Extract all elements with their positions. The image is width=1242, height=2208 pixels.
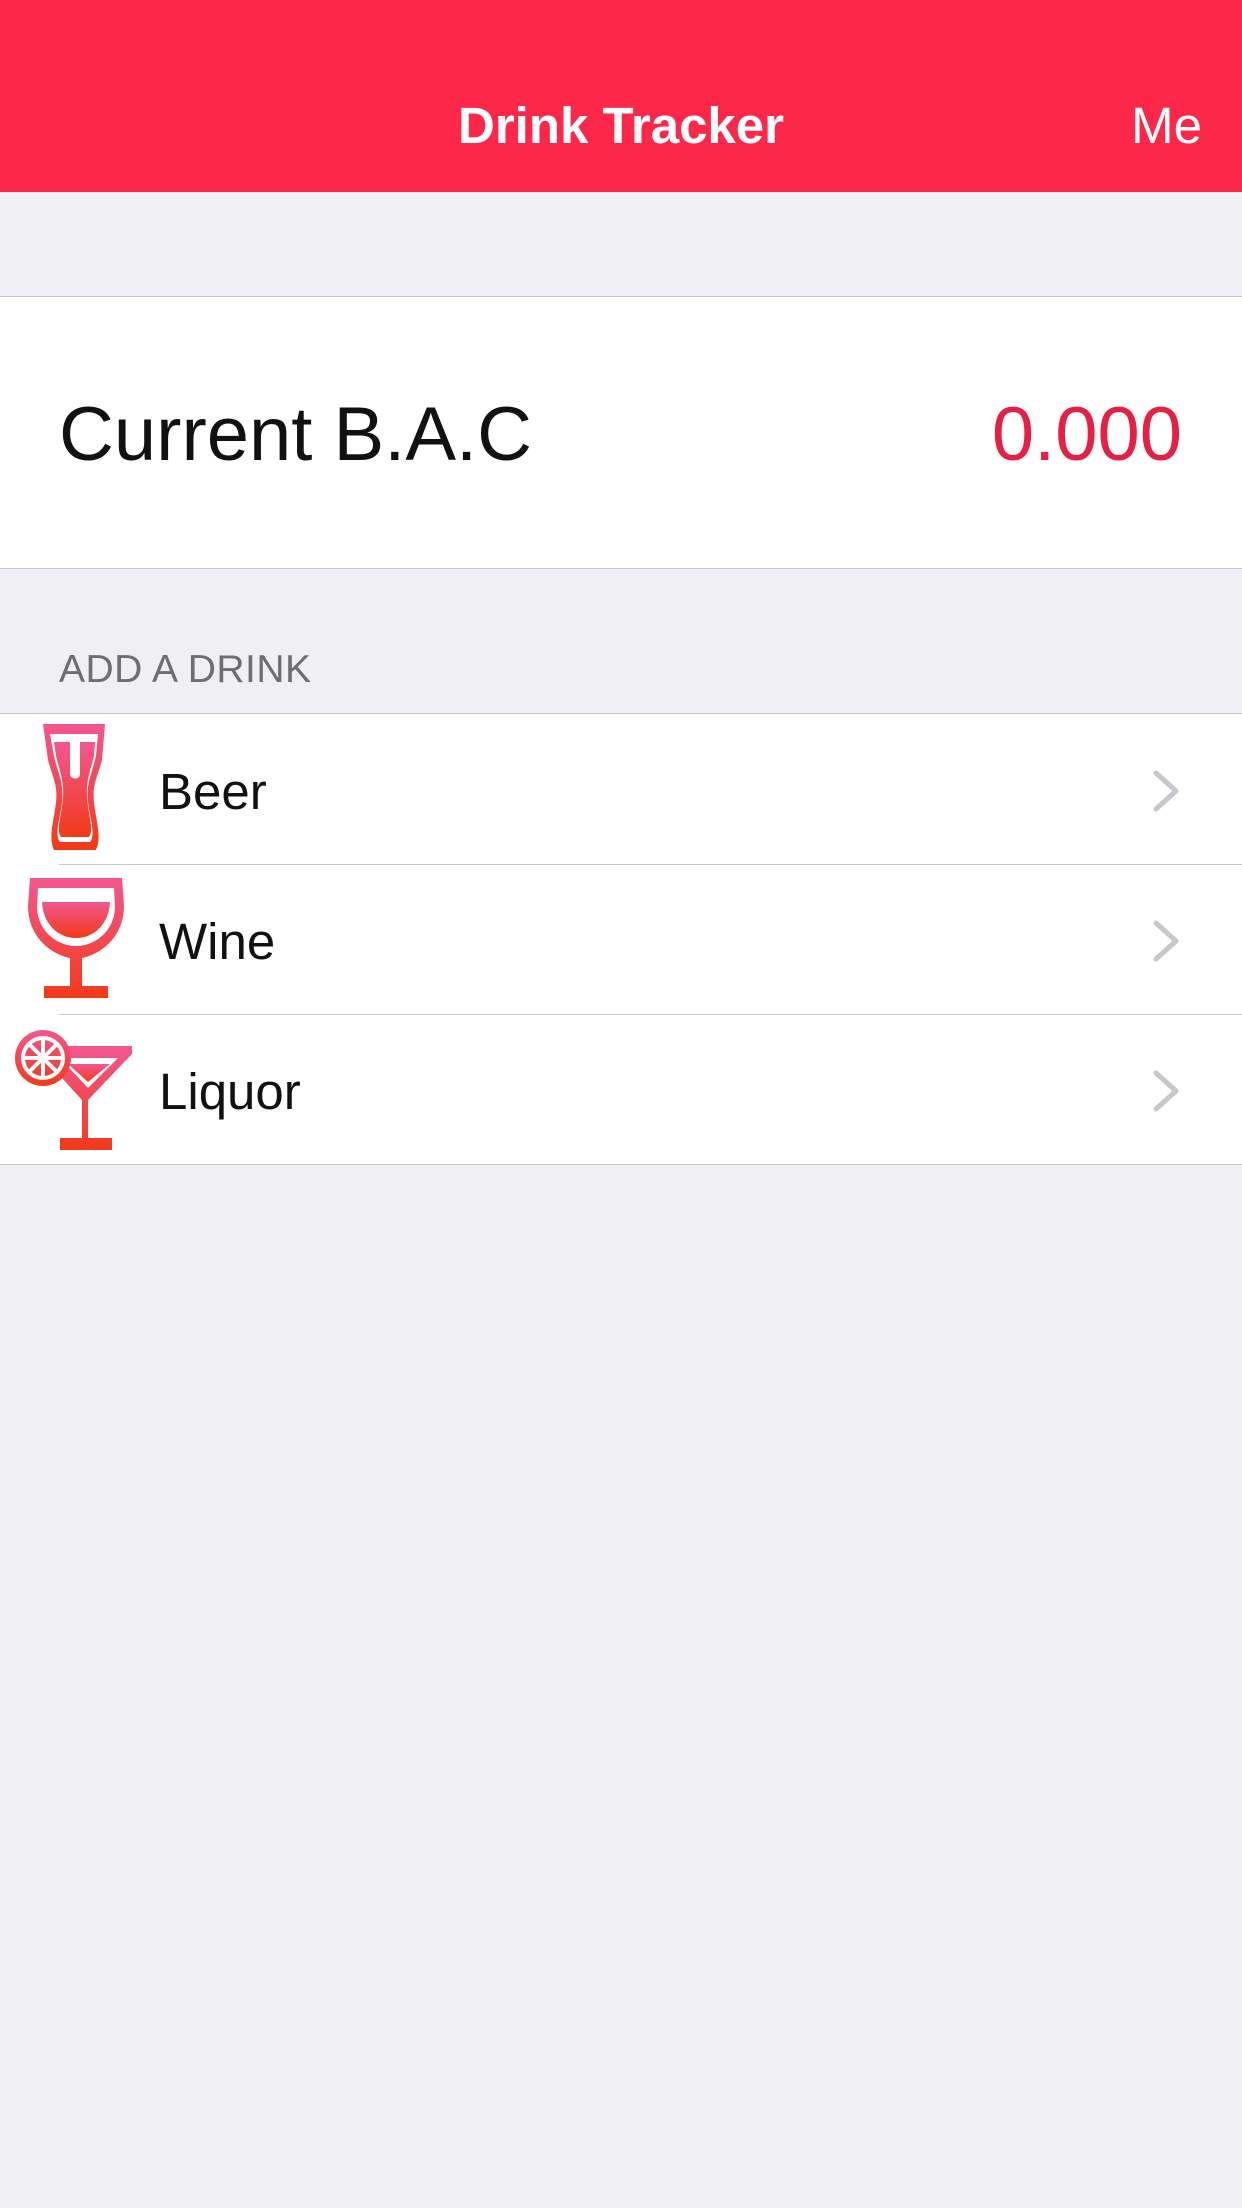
bac-label: Current B.A.C [59, 392, 533, 477]
navigation-bar: Drink Tracker Me [0, 0, 1242, 192]
drink-list: Beer Wine Liquor [0, 713, 1242, 1165]
list-item-wine[interactable]: Wine [0, 864, 1242, 1014]
bac-card: Current B.A.C 0.000 [0, 296, 1242, 569]
chevron-right-icon [1153, 1070, 1179, 1112]
bac-value: 0.000 [991, 392, 1182, 477]
drink-label: Liquor [159, 1063, 301, 1120]
me-button[interactable]: Me [1131, 96, 1202, 156]
section-header: ADD A DRINK [59, 648, 312, 691]
list-item-liquor[interactable]: Liquor [0, 1014, 1242, 1164]
drink-label: Wine [159, 913, 276, 970]
cocktail-glass-icon [15, 1030, 132, 1150]
list-item-beer[interactable]: Beer [0, 714, 1242, 864]
chevron-right-icon [1153, 920, 1179, 962]
drink-label: Beer [159, 763, 267, 820]
wine-glass-icon [28, 878, 124, 998]
chevron-right-icon [1153, 770, 1179, 812]
beer-glass-icon [43, 724, 105, 850]
nav-title: Drink Tracker [457, 97, 785, 154]
